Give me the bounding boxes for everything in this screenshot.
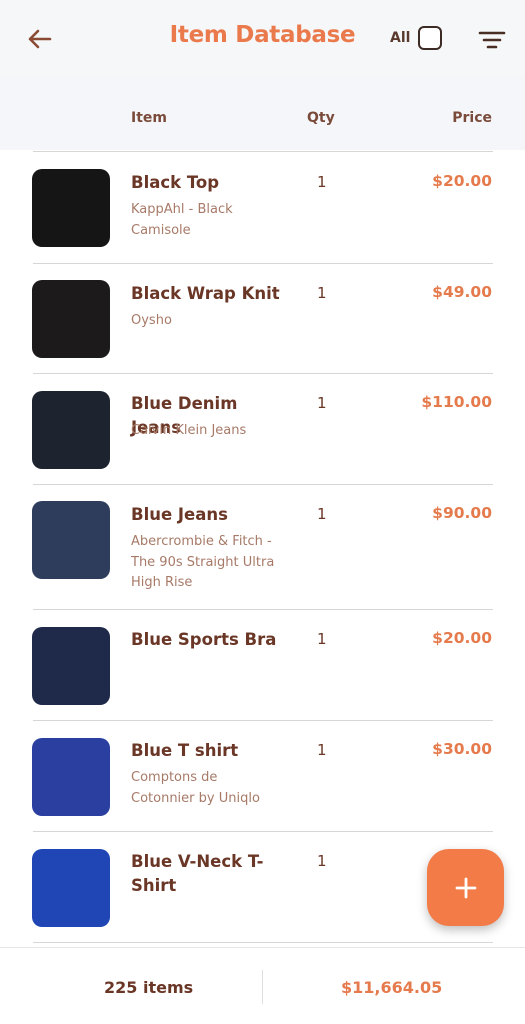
item-thumbnail xyxy=(32,501,110,579)
item-price: $20.00 xyxy=(432,629,492,647)
footer-divider xyxy=(262,970,263,1004)
item-thumbnail xyxy=(32,280,110,358)
item-name: Black Top xyxy=(131,173,220,192)
item-qty: 1 xyxy=(317,284,327,302)
column-price[interactable]: Price xyxy=(452,110,492,126)
item-brand: Oysho xyxy=(131,313,172,328)
item-thumbnail xyxy=(32,627,110,705)
item-name: Blue Sports Bra xyxy=(131,630,277,649)
filter-button[interactable] xyxy=(478,26,506,54)
select-all-label: All xyxy=(390,30,411,46)
total-value: $11,664.05 xyxy=(341,978,443,997)
item-price: $90.00 xyxy=(432,504,492,522)
item-thumbnail xyxy=(32,849,110,927)
plus-icon xyxy=(455,877,476,898)
item-brand: Calvin Klein Jeans xyxy=(131,423,247,438)
column-qty[interactable]: Qty xyxy=(307,110,335,126)
item-count: 225 items xyxy=(104,978,194,997)
page-title: Item Database xyxy=(169,22,356,48)
row-divider xyxy=(33,942,493,943)
item-qty: 1 xyxy=(317,852,327,870)
table-row[interactable]: Blue Jeans Abercrombie & Fitch - The 90s… xyxy=(0,485,525,609)
item-thumbnail xyxy=(32,738,110,816)
table-row[interactable]: Black Wrap Knit Oysho 1 $49.00 xyxy=(0,264,525,374)
column-item[interactable]: Item xyxy=(131,110,167,126)
select-all-toggle[interactable]: All xyxy=(390,26,443,50)
select-all-checkbox[interactable] xyxy=(418,26,443,50)
item-qty: 1 xyxy=(317,741,327,759)
item-name: Blue Jeans xyxy=(131,505,228,524)
item-name: Blue T shirt xyxy=(131,741,239,760)
add-item-button[interactable] xyxy=(427,849,504,926)
item-price: $110.00 xyxy=(421,393,492,411)
table-row[interactable]: Black Top KappAhl - Black Camisole 1 $20… xyxy=(0,152,525,262)
filter-lines-icon xyxy=(478,31,506,49)
item-name: Blue V-Neck T-Shirt xyxy=(131,852,264,895)
item-price: $49.00 xyxy=(432,283,492,301)
item-thumbnail xyxy=(32,169,110,247)
column-header: Item Qty Price xyxy=(0,76,525,150)
item-brand: KappAhl - Black Camisole xyxy=(131,202,233,238)
top-bar: Item Database All xyxy=(0,0,525,76)
item-qty: 1 xyxy=(317,505,327,523)
item-price: $20.00 xyxy=(432,172,492,190)
item-brand: Comptons de Cotonnier by Uniqlo xyxy=(131,770,260,806)
item-qty: 1 xyxy=(317,173,327,191)
item-name: Black Wrap Knit xyxy=(131,284,280,303)
item-brand: Abercrombie & Fitch - The 90s Straight U… xyxy=(131,534,275,590)
table-row[interactable]: Blue Sports Bra 1 $20.00 xyxy=(0,610,525,720)
item-qty: 1 xyxy=(317,394,327,412)
item-qty: 1 xyxy=(317,630,327,648)
item-thumbnail xyxy=(32,391,110,469)
summary-footer: 225 items $11,664.05 xyxy=(0,947,525,1024)
item-price: $30.00 xyxy=(432,740,492,758)
table-row[interactable]: Blue T shirt Comptons de Cotonnier by Un… xyxy=(0,721,525,831)
table-row[interactable]: Blue Denim Jeans Calvin Klein Jeans 1 $1… xyxy=(0,374,525,484)
